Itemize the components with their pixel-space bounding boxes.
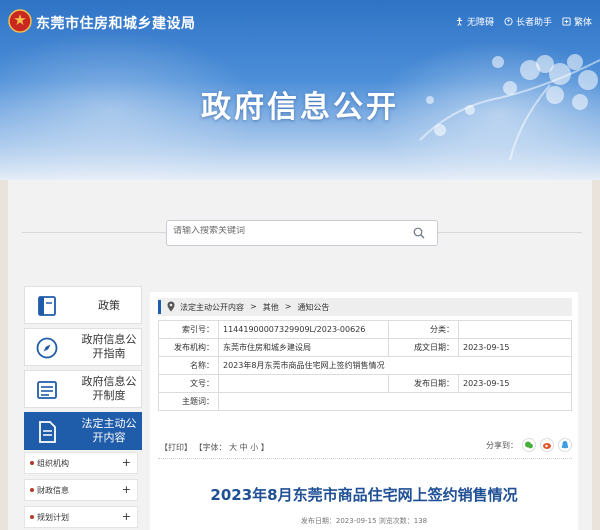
book-icon	[38, 296, 56, 316]
sidebar-item-label: 政府信息公开指南	[81, 333, 137, 360]
breadcrumb-link-notice[interactable]: 通知公告	[297, 302, 329, 313]
font-small-button[interactable]: 小	[250, 443, 258, 452]
document-meta-table: 索引号： 11441900007329909L/2023-00626 分类： 发…	[158, 320, 572, 411]
top-links: 无障碍 长者助手 繁体	[455, 15, 592, 28]
font-medium-button[interactable]: 中	[240, 443, 248, 452]
doc-number-value	[218, 374, 389, 393]
breadcrumb-accent-bar	[158, 300, 161, 314]
created-date-label: 成文日期：	[388, 338, 459, 357]
bullet-icon	[30, 461, 34, 465]
sidebar-item-guide[interactable]: 政府信息公开指南	[24, 328, 142, 366]
category-value	[458, 320, 572, 339]
expand-icon[interactable]: +	[122, 456, 131, 469]
list-icon	[37, 381, 57, 399]
subitem-label: 规划计划	[37, 513, 69, 522]
sidebar-item-system[interactable]: 政府信息公开制度	[24, 370, 142, 408]
elder-assistant-icon	[504, 17, 513, 26]
accessibility-link[interactable]: 无障碍	[455, 15, 494, 28]
reading-tools: 【打印】 【字体： 大 中 小 】	[160, 442, 269, 453]
subitem-label: 组织机构	[37, 459, 69, 468]
sidebar-subitem-organization[interactable]: 组织机构 +	[24, 452, 138, 474]
sidebar-item-label: 政策	[98, 299, 120, 312]
share-label: 分享到：	[486, 440, 518, 450]
search-icon[interactable]	[413, 227, 425, 239]
traditional-chinese-link[interactable]: 繁体	[562, 15, 592, 28]
share-weibo-button[interactable]	[540, 438, 554, 452]
traditional-chinese-icon	[562, 17, 571, 26]
subitem-label: 财政信息	[37, 486, 69, 495]
sidebar-item-label: 政府信息公开制度	[81, 375, 137, 402]
keywords-value	[218, 392, 572, 411]
document-title: 2023年8月东莞市商品住宅网上签约销售情况	[210, 486, 518, 504]
share-wechat-button[interactable]	[522, 438, 536, 452]
national-emblem-icon	[8, 9, 32, 33]
elder-assistant-link[interactable]: 长者助手	[504, 15, 552, 28]
accessibility-icon	[456, 17, 463, 26]
search-box	[166, 220, 438, 246]
main-panel: 政策 政府信息公开指南 政府信息公开制度 法定主动公开内容 组织机构 + 财政	[8, 180, 592, 530]
header-banner: 东莞市住房和城乡建设局 无障碍 长者助手 繁体 政府信息公开	[0, 0, 600, 180]
expand-icon[interactable]: +	[122, 510, 131, 523]
sidebar-subitem-planning[interactable]: 规划计划 +	[24, 506, 138, 528]
site-name[interactable]: 东莞市住房和城乡建设局	[36, 13, 196, 33]
publisher-value: 东莞市住房和城乡建设局	[218, 338, 389, 357]
bullet-icon	[30, 488, 34, 492]
divider	[158, 458, 572, 459]
wechat-icon	[525, 441, 533, 449]
sidebar-item-label: 法定主动公开内容	[81, 417, 137, 444]
sidebar-item-policy[interactable]: 政策	[24, 286, 142, 324]
document-icon	[39, 421, 56, 443]
share-qq-button[interactable]	[558, 438, 572, 452]
content-area: 法定主动公开内容 > 其他 > 通知公告 索引号： 11441900007329…	[150, 292, 578, 530]
index-label: 索引号：	[158, 320, 219, 339]
publisher-label: 发布机构：	[158, 338, 219, 357]
compass-icon	[36, 337, 58, 359]
breadcrumb-link-other[interactable]: 其他	[263, 302, 279, 313]
search-divider	[22, 232, 166, 233]
sidebar-subitem-finance[interactable]: 财政信息 +	[24, 479, 138, 501]
accessibility-label: 无障碍	[466, 18, 494, 28]
bullet-icon	[30, 515, 34, 519]
weibo-icon	[543, 443, 551, 449]
keywords-label: 主题词：	[158, 392, 219, 411]
breadcrumb-separator: >	[284, 302, 292, 311]
qq-icon	[561, 441, 569, 449]
search-input[interactable]	[173, 226, 393, 236]
font-size-label: 【字体：	[194, 443, 227, 452]
published-date-label: 发布日期：	[388, 374, 459, 393]
breadcrumb: 法定主动公开内容 > 其他 > 通知公告	[158, 298, 572, 316]
name-value: 2023年8月东莞市商品住宅网上签约销售情况	[218, 356, 572, 375]
sidebar-item-disclosure[interactable]: 法定主动公开内容	[24, 412, 142, 450]
category-label: 分类：	[388, 320, 459, 339]
expand-icon[interactable]: +	[122, 483, 131, 496]
publish-info: 发布日期：2023-09-15 浏览次数：138	[300, 517, 428, 525]
share-bar: 分享到：	[486, 438, 572, 452]
location-pin-icon	[167, 301, 175, 312]
font-large-button[interactable]: 大	[229, 443, 237, 452]
print-button[interactable]: 【打印】	[160, 443, 192, 452]
index-value: 11441900007329909L/2023-00626	[218, 320, 389, 339]
doc-number-label: 文号：	[158, 374, 219, 393]
published-date-value: 2023-09-15	[458, 374, 572, 393]
elder-assistant-label: 长者助手	[515, 18, 552, 28]
breadcrumb-separator: >	[250, 302, 257, 311]
search-divider	[438, 232, 582, 233]
name-label: 名称：	[158, 356, 219, 375]
created-date-value: 2023-09-15	[458, 338, 572, 357]
traditional-chinese-label: 繁体	[573, 18, 592, 28]
font-size-close: 】	[260, 443, 269, 452]
banner-title: 政府信息公开	[201, 90, 399, 125]
breadcrumb-link-disclosure[interactable]: 法定主动公开内容	[180, 302, 244, 313]
